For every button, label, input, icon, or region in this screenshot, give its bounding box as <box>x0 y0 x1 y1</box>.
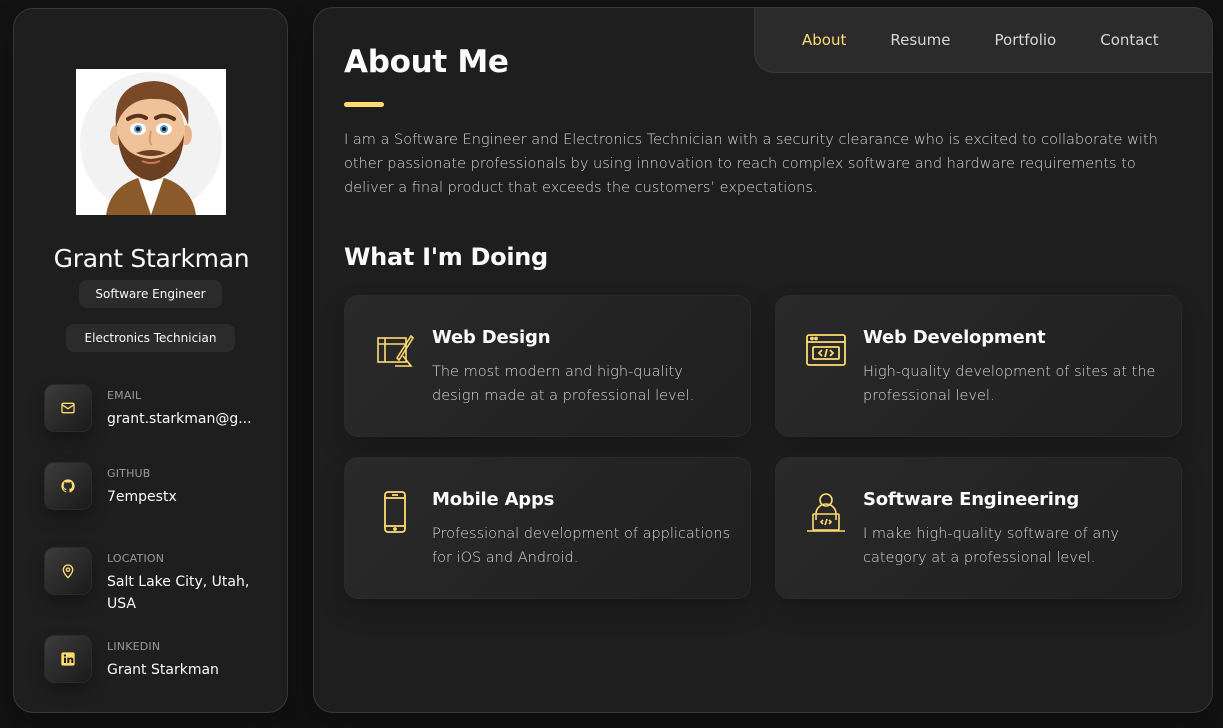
github-link[interactable]: 7empestx <box>107 486 257 508</box>
nav-portfolio[interactable]: Portfolio <box>995 31 1057 49</box>
page-title: About Me <box>344 44 509 80</box>
contact-location: Location Salt Lake City, Utah, USA <box>44 547 274 612</box>
service-title: Web Development <box>863 327 1046 348</box>
mail-icon <box>44 384 92 432</box>
smartphone-icon <box>373 490 417 534</box>
email-link[interactable]: grant.starkman@g... <box>107 408 257 430</box>
navbar: About Resume Portfolio Contact <box>754 8 1212 73</box>
developer-icon <box>804 490 848 534</box>
nav-contact[interactable]: Contact <box>1100 31 1158 49</box>
design-icon <box>373 328 417 372</box>
main-content: About Resume Portfolio Contact About Me … <box>313 7 1213 713</box>
linkedin-link[interactable]: Grant Starkman <box>107 659 257 681</box>
nav-resume[interactable]: Resume <box>890 31 950 49</box>
service-text: The most modern and high-quality design … <box>432 364 695 404</box>
linkedin-icon <box>44 635 92 683</box>
contact-linkedin: LinkedIn Grant Starkman <box>44 635 274 685</box>
service-card-web-development: Web Development High-quality development… <box>775 295 1182 437</box>
contact-label: Github <box>107 467 151 480</box>
service-card-software-engineering: Software Engineering I make high-quality… <box>775 457 1182 599</box>
contact-github: Github 7empestx <box>44 462 274 512</box>
services-title: What I'm Doing <box>344 243 548 271</box>
title-badge: Software Engineer <box>79 280 222 308</box>
github-icon <box>44 462 92 510</box>
location-pin-icon <box>44 547 92 595</box>
contact-label: Email <box>107 389 142 402</box>
service-title: Web Design <box>432 327 551 348</box>
contact-label: Location <box>107 552 165 565</box>
contact-label: LinkedIn <box>107 640 161 653</box>
service-text: High-quality development of sites at the… <box>863 364 1156 404</box>
service-text: I make high-quality software of any cate… <box>863 526 1119 566</box>
title-badge: Electronics Technician <box>66 324 235 352</box>
service-title: Mobile Apps <box>432 489 555 510</box>
service-text: Professional development of applications… <box>432 526 731 566</box>
location-value: Salt Lake City, Utah, USA <box>107 574 250 612</box>
profile-name: Grant Starkman <box>53 244 250 273</box>
title-underline <box>344 102 384 107</box>
about-text: I am a Software Engineer and Electronics… <box>344 132 1158 196</box>
nav-about[interactable]: About <box>802 31 846 49</box>
sidebar: Grant Starkman Software Engineer Electro… <box>13 8 288 713</box>
contact-email: Email grant.starkman@g... <box>44 384 274 434</box>
code-window-icon <box>804 328 848 372</box>
service-card-mobile-apps: Mobile Apps Professional development of … <box>344 457 751 599</box>
avatar <box>76 69 226 215</box>
service-title: Software Engineering <box>863 489 1080 510</box>
service-card-web-design: Web Design The most modern and high-qual… <box>344 295 751 437</box>
